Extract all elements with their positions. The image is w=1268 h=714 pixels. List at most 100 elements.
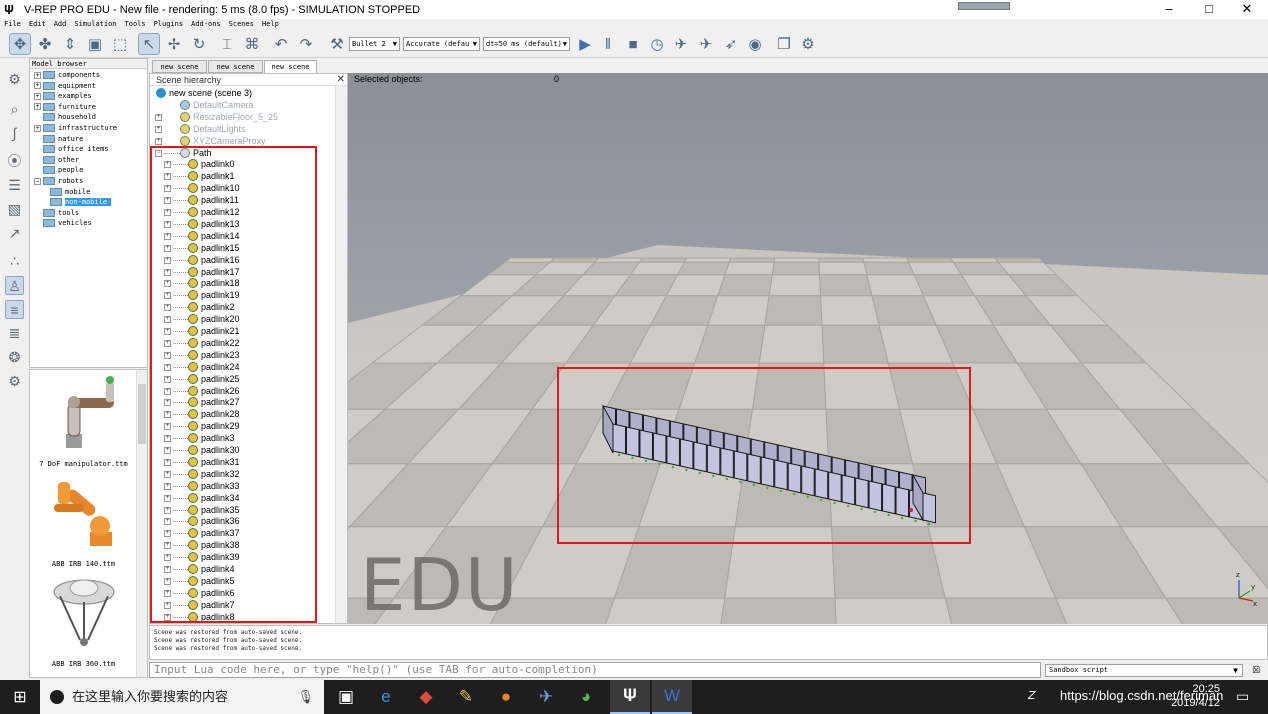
hierarchy-item-scene[interactable]: new scene (scene 3) <box>150 87 335 99</box>
hierarchy-item-padlink[interactable]: + padlink31 <box>150 456 335 468</box>
expand-icon[interactable]: + <box>164 173 171 181</box>
maximize-button[interactable]: □ <box>1190 0 1228 19</box>
path-edit-icon[interactable]: ↗ <box>5 224 24 243</box>
hierarchy-item-padlink[interactable]: + padlink34 <box>150 492 335 504</box>
expand-icon[interactable]: + <box>164 518 171 526</box>
model-folder-item[interactable]: non-mobile <box>50 197 112 207</box>
menu-edit[interactable]: Edit <box>25 19 50 30</box>
user-settings-icon[interactable]: ⚙ <box>5 372 24 391</box>
expand-icon[interactable]: + <box>164 494 171 502</box>
hierarchy-item-padlink[interactable]: + padlink0 <box>150 158 335 170</box>
close-icon[interactable]: ☒ <box>1249 664 1263 677</box>
model-folder-item[interactable]: + infrastructure <box>34 123 117 133</box>
model-folder-item[interactable]: nature <box>34 134 83 144</box>
search-icon[interactable]: ⌕ <box>5 100 24 119</box>
expand-icon[interactable]: + <box>164 387 171 395</box>
expand-icon[interactable]: + <box>164 268 171 276</box>
menu-file[interactable]: File <box>0 19 25 30</box>
tab-scene-3[interactable]: new scene <box>264 60 317 73</box>
minimize-button[interactable]: – <box>1150 0 1188 19</box>
hierarchy-item-padlink[interactable]: + padlink7 <box>150 599 335 611</box>
model-thumbnail[interactable]: 7 DoF manipulator.ttm <box>30 374 137 468</box>
expand-icon[interactable]: + <box>34 82 41 90</box>
menu-plugins[interactable]: Plugins <box>150 19 188 30</box>
paint-icon[interactable]: ✎ <box>446 680 486 714</box>
expand-icon[interactable]: + <box>164 304 171 312</box>
taskbar-clock[interactable]: 20:25 2019/4/12 <box>1168 682 1220 710</box>
expand-icon[interactable]: + <box>155 125 162 133</box>
model-thumbnail[interactable]: ABB IRB 360.ttm <box>30 574 137 668</box>
visualization-icon[interactable]: ◉ <box>744 33 766 55</box>
calculation-modules-icon[interactable]: ∴ <box>5 252 24 271</box>
expand-icon[interactable]: + <box>164 197 171 205</box>
camera-pan-icon[interactable]: ✥ <box>9 33 31 55</box>
hierarchy-item-padlink[interactable]: + padlink10 <box>150 182 335 194</box>
threaded-rendering-icon[interactable]: ➶ <box>720 33 742 55</box>
expand-icon[interactable]: + <box>164 244 171 252</box>
menu-simulation[interactable]: Simulation <box>70 19 120 30</box>
hierarchy-item-padlink[interactable]: + padlink1 <box>150 170 335 182</box>
expand-icon[interactable]: + <box>164 447 171 454</box>
app-icon[interactable]: ◆ <box>406 680 446 714</box>
model-folder-item[interactable]: vehicles <box>34 218 92 228</box>
person-icon[interactable]: 𝘡 <box>1028 689 1036 702</box>
hierarchy-item-padlink[interactable]: + padlink25 <box>150 373 335 385</box>
timestep-select[interactable]: dt=50 ms (default) ▼ <box>483 37 570 51</box>
hierarchy-item-padlink[interactable]: + padlink28 <box>150 408 335 420</box>
model-folder-item[interactable]: tools <box>34 208 79 218</box>
expand-icon[interactable]: + <box>164 363 171 371</box>
physics-engine-select[interactable]: Bullet 2 ▼ <box>349 37 400 51</box>
hierarchy-item-padlink[interactable]: + padlink19 <box>150 289 335 301</box>
realtime-icon[interactable]: ◷ <box>646 33 668 55</box>
model-folder-item[interactable]: office items <box>34 144 109 154</box>
hierarchy-item-padlink[interactable]: + padlink16 <box>150 254 335 266</box>
object-shift-icon[interactable]: ✢ <box>163 33 185 55</box>
hierarchy-item-padlink[interactable]: + padlink5 <box>150 575 335 587</box>
hierarchy-item-padlink[interactable]: + padlink3 <box>150 432 335 444</box>
hierarchy-item-padlink[interactable]: + padlink22 <box>150 337 335 349</box>
model-folder-item[interactable]: + furniture <box>34 102 96 112</box>
expand-icon[interactable]: + <box>34 103 41 111</box>
expand-icon[interactable]: + <box>164 280 171 288</box>
menu-addons[interactable]: Add-ons <box>187 19 225 30</box>
layer-visibility-icon[interactable]: ≣ <box>5 324 24 343</box>
hierarchy-item-padlink[interactable]: + padlink13 <box>150 218 335 230</box>
slower-icon[interactable]: ✈ <box>670 33 692 55</box>
hierarchy-item-padlink[interactable]: + padlink36 <box>150 515 335 527</box>
expand-icon[interactable]: + <box>164 577 171 585</box>
script-select[interactable]: Sandbox script ▼ <box>1045 664 1243 677</box>
model-folder-item[interactable]: + examples <box>34 91 92 101</box>
menu-help[interactable]: Help <box>258 19 283 30</box>
expand-icon[interactable]: + <box>164 411 171 419</box>
model-thumbnail[interactable]: ABB IRB 140.ttm <box>30 474 137 568</box>
object-rotate-icon[interactable]: ↻ <box>188 33 210 55</box>
tab-scene-1[interactable]: new scene <box>152 60 207 73</box>
faster-icon[interactable]: ✈ <box>695 33 717 55</box>
model-folder-item[interactable]: household <box>34 112 96 122</box>
document-icon[interactable]: ☰ <box>5 176 24 195</box>
menu-add[interactable]: Add <box>50 19 71 30</box>
hierarchy-item-padlink[interactable]: + padlink4 <box>150 563 335 575</box>
expand-icon[interactable]: + <box>155 137 162 145</box>
task-view-icon[interactable]: ▣ <box>326 680 366 714</box>
hierarchy-item[interactable]: + ResizableFloor_5_25 <box>150 111 335 123</box>
expand-icon[interactable]: + <box>164 185 171 193</box>
scene-hierarchy-icon[interactable]: ≡ <box>5 300 24 319</box>
model-folder-item[interactable]: + components <box>34 70 100 80</box>
close-button[interactable]: ✕ <box>1228 0 1266 19</box>
hierarchy-item-padlink[interactable]: + padlink12 <box>150 206 335 218</box>
expand-icon[interactable]: + <box>34 71 41 79</box>
hierarchy-item-padlink[interactable]: + padlink18 <box>150 277 335 289</box>
redo-icon[interactable]: ↷ <box>295 33 317 55</box>
shape-edit-icon[interactable]: ▧ <box>5 200 24 219</box>
expand-icon[interactable]: + <box>164 506 171 514</box>
collapse-icon[interactable]: − <box>34 177 41 185</box>
word-icon[interactable]: W <box>652 680 692 714</box>
hierarchy-item-padlink[interactable]: + padlink15 <box>150 242 335 254</box>
undo-icon[interactable]: ↶ <box>270 33 292 55</box>
hierarchy-item-padlink[interactable]: + padlink8 <box>150 611 335 623</box>
scene-viewport[interactable]: z y x Selected objects: 0 EDU <box>348 73 1268 624</box>
notification-icon[interactable]: ▭ <box>1236 688 1249 705</box>
video-recorder-icon[interactable]: ❂ <box>5 348 24 367</box>
thumbnails-scrollbar[interactable] <box>136 370 147 677</box>
